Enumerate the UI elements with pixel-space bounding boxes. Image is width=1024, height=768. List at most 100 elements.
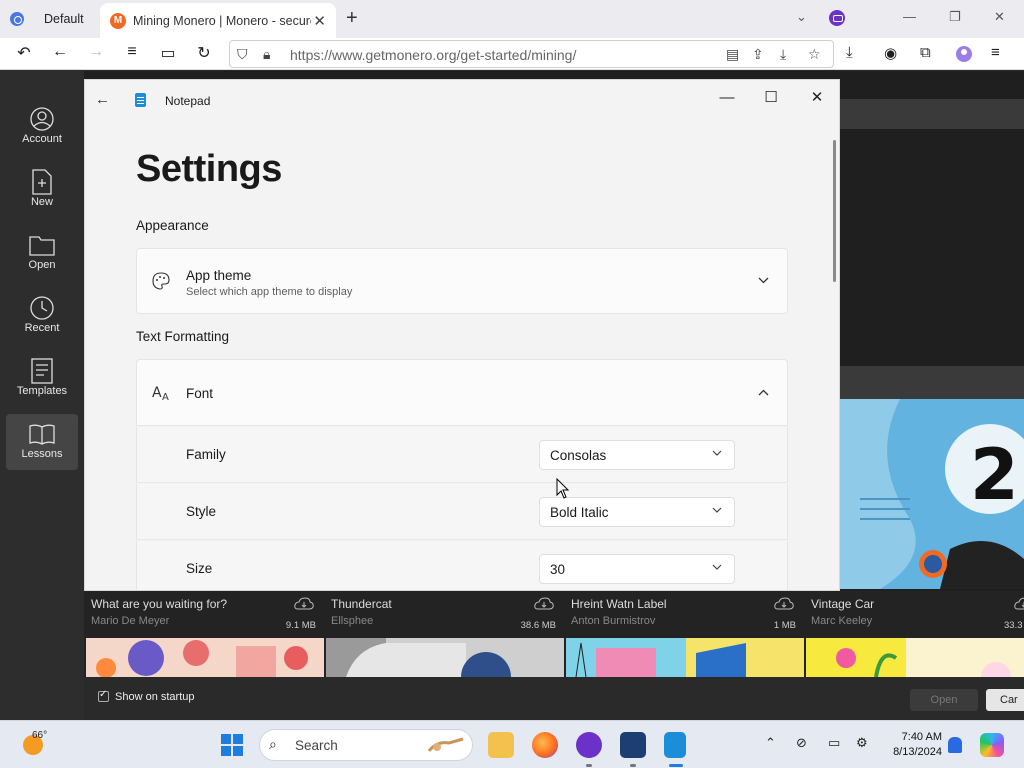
open-button[interactable]: Open xyxy=(910,689,978,711)
close-browser-icon[interactable]: ✕ xyxy=(994,9,1005,25)
network-off-icon[interactable]: ⊘ xyxy=(796,735,807,751)
notepad-window: ← Notepad — ☐ ✕ Settings Appearance App … xyxy=(84,79,840,591)
menu-icon[interactable]: ≡ xyxy=(991,44,1000,61)
font-setting-header[interactable]: AA Font xyxy=(136,359,788,426)
lock-icon[interactable]: 🔒︎ xyxy=(263,46,270,63)
back-icon[interactable]: ← xyxy=(49,43,71,61)
bookmark-star-icon[interactable]: ☆ xyxy=(808,46,821,63)
profile-tab[interactable]: Default xyxy=(0,0,98,38)
shield-icon[interactable]: ⛉ xyxy=(237,46,248,63)
file-explorer-icon[interactable] xyxy=(488,732,514,758)
sidebar-item-open[interactable]: Open xyxy=(6,231,78,281)
sidebar-item-lessons[interactable]: Lessons xyxy=(6,414,78,470)
notepad-taskbar-icon[interactable] xyxy=(664,732,686,758)
date: 8/13/2024 xyxy=(893,746,942,758)
templates-icon xyxy=(6,357,78,385)
sidebar-item-recent[interactable]: Recent xyxy=(6,294,78,344)
close-tab-icon[interactable]: ✕ xyxy=(313,12,326,30)
template-card[interactable]: What are you waiting for? Mario De Meyer… xyxy=(84,591,324,677)
font-family-dropdown[interactable]: Consolas xyxy=(539,440,735,470)
restore-browser-icon[interactable]: ❐ xyxy=(949,9,961,25)
card-title: Vintage Car xyxy=(811,597,875,611)
cloud-download-icon[interactable] xyxy=(534,597,554,611)
search-icon: ⌕ xyxy=(269,736,277,752)
running-indicator xyxy=(586,764,592,767)
card-thumbnail xyxy=(566,638,804,677)
template-card[interactable]: Thundercat Ellsphee 38.6 MB xyxy=(324,591,564,677)
sidebar-item-new[interactable]: New xyxy=(6,168,78,218)
scrollbar-thumb[interactable] xyxy=(833,140,836,282)
back-arrow-icon[interactable]: ← xyxy=(95,91,110,108)
temperature[interactable]: 66° xyxy=(32,730,47,741)
account-icon[interactable]: ◉ xyxy=(884,44,897,62)
tab-list-icon[interactable]: ≡ xyxy=(121,43,143,61)
sidebar-icon[interactable]: ▭ xyxy=(157,43,179,63)
clock[interactable]: 7:40 AM 8/13/2024 xyxy=(888,730,942,760)
cancel-button[interactable]: Car xyxy=(986,689,1024,711)
page-title: Settings xyxy=(136,148,282,190)
template-card[interactable]: Hreint Watn Label Anton Burmistrov 1 MB xyxy=(564,591,804,677)
chevron-up-icon[interactable] xyxy=(758,387,769,399)
app-theme-description: Select which app theme to display xyxy=(186,286,353,298)
notepad-title: Notepad xyxy=(165,94,211,108)
clock-icon xyxy=(6,294,78,322)
svg-text:2: 2 xyxy=(970,434,1019,516)
profile-avatar-icon[interactable] xyxy=(956,46,972,62)
share-icon[interactable]: ⇪ xyxy=(752,46,764,63)
minimize-icon[interactable]: — xyxy=(704,84,750,114)
taskbar-search[interactable]: ⌕ Search xyxy=(259,729,473,761)
extension-icon[interactable] xyxy=(829,10,845,26)
card-title: Thundercat xyxy=(331,597,392,611)
url-text[interactable]: https://www.getmonero.org/get-started/mi… xyxy=(290,47,576,63)
quick-settings-icon[interactable]: ⚙ xyxy=(856,735,868,751)
template-card[interactable]: Vintage Car Marc Keeley 33.3 xyxy=(804,591,1024,677)
font-style-value: Bold Italic xyxy=(550,505,609,520)
time: 7:40 AM xyxy=(901,731,942,743)
maximize-icon[interactable]: ☐ xyxy=(748,84,794,114)
show-on-startup-checkbox[interactable] xyxy=(98,689,109,702)
profile-tab-label: Default xyxy=(44,12,84,26)
font-size-dropdown[interactable]: 30 xyxy=(539,554,735,584)
reader-view-icon[interactable]: ▤ xyxy=(726,46,739,63)
cloud-download-icon[interactable] xyxy=(294,597,314,611)
close-icon[interactable]: ✕ xyxy=(794,84,839,114)
save-page-icon[interactable]: ⤓ xyxy=(780,46,786,63)
card-size: 9.1 MB xyxy=(285,620,316,631)
taskbar: 66° ⌕ Search ⌃ ⊘ ▭ ⚙ 7:40 AM 8/13/2024 xyxy=(0,720,1024,768)
minimize-browser-icon[interactable]: — xyxy=(903,9,916,24)
background-sidebar: Account New Open Recent Templates Lesson… xyxy=(0,71,84,720)
notification-bell-icon[interactable] xyxy=(948,737,962,753)
tab-list-chevron-icon[interactable]: ⌄ xyxy=(796,9,807,25)
forward-icon[interactable]: → xyxy=(85,43,107,61)
font-style-dropdown[interactable]: Bold Italic xyxy=(539,497,735,527)
downloads-icon[interactable]: ⤓ xyxy=(846,44,853,61)
size-label: Size xyxy=(186,561,213,576)
firefox-icon[interactable] xyxy=(532,732,558,758)
show-on-startup-label[interactable]: Show on startup xyxy=(115,691,195,703)
extensions-icon[interactable]: ⧉ xyxy=(920,44,931,61)
sidebar-label: New xyxy=(30,196,53,208)
copilot-icon[interactable] xyxy=(980,733,1004,757)
sidebar-item-templates[interactable]: Templates xyxy=(6,357,78,407)
proton-vpn-icon[interactable] xyxy=(576,732,602,758)
cloud-download-icon[interactable] xyxy=(1014,597,1024,611)
card-author: Mario De Meyer xyxy=(91,615,170,627)
address-bar[interactable]: ⛉ 🔒︎ https://www.getmonero.org/get-start… xyxy=(229,40,834,68)
sidebar-label: Open xyxy=(28,259,56,271)
new-tab-icon[interactable]: + xyxy=(346,7,358,30)
affinity-designer-icon[interactable] xyxy=(620,732,646,758)
active-tab[interactable]: M Mining Monero | Monero - secure, priva… xyxy=(100,3,336,38)
reload-icon[interactable]: ↻ xyxy=(193,43,215,63)
font-family-row: Family Consolas xyxy=(136,427,788,483)
chevron-down-icon[interactable] xyxy=(758,275,769,287)
account-icon xyxy=(6,105,78,133)
cloud-download-icon[interactable] xyxy=(774,597,794,611)
sidebar-label: Lessons xyxy=(21,448,63,460)
app-theme-setting[interactable]: App theme Select which app theme to disp… xyxy=(136,248,788,314)
undo-icon[interactable]: ↶ xyxy=(13,43,35,63)
svg-text:A: A xyxy=(162,392,169,402)
display-icon[interactable]: ▭ xyxy=(828,735,840,751)
sidebar-item-account[interactable]: Account xyxy=(6,105,78,155)
tray-chevron-up-icon[interactable]: ⌃ xyxy=(765,735,776,751)
windows-start-icon[interactable] xyxy=(221,734,243,756)
